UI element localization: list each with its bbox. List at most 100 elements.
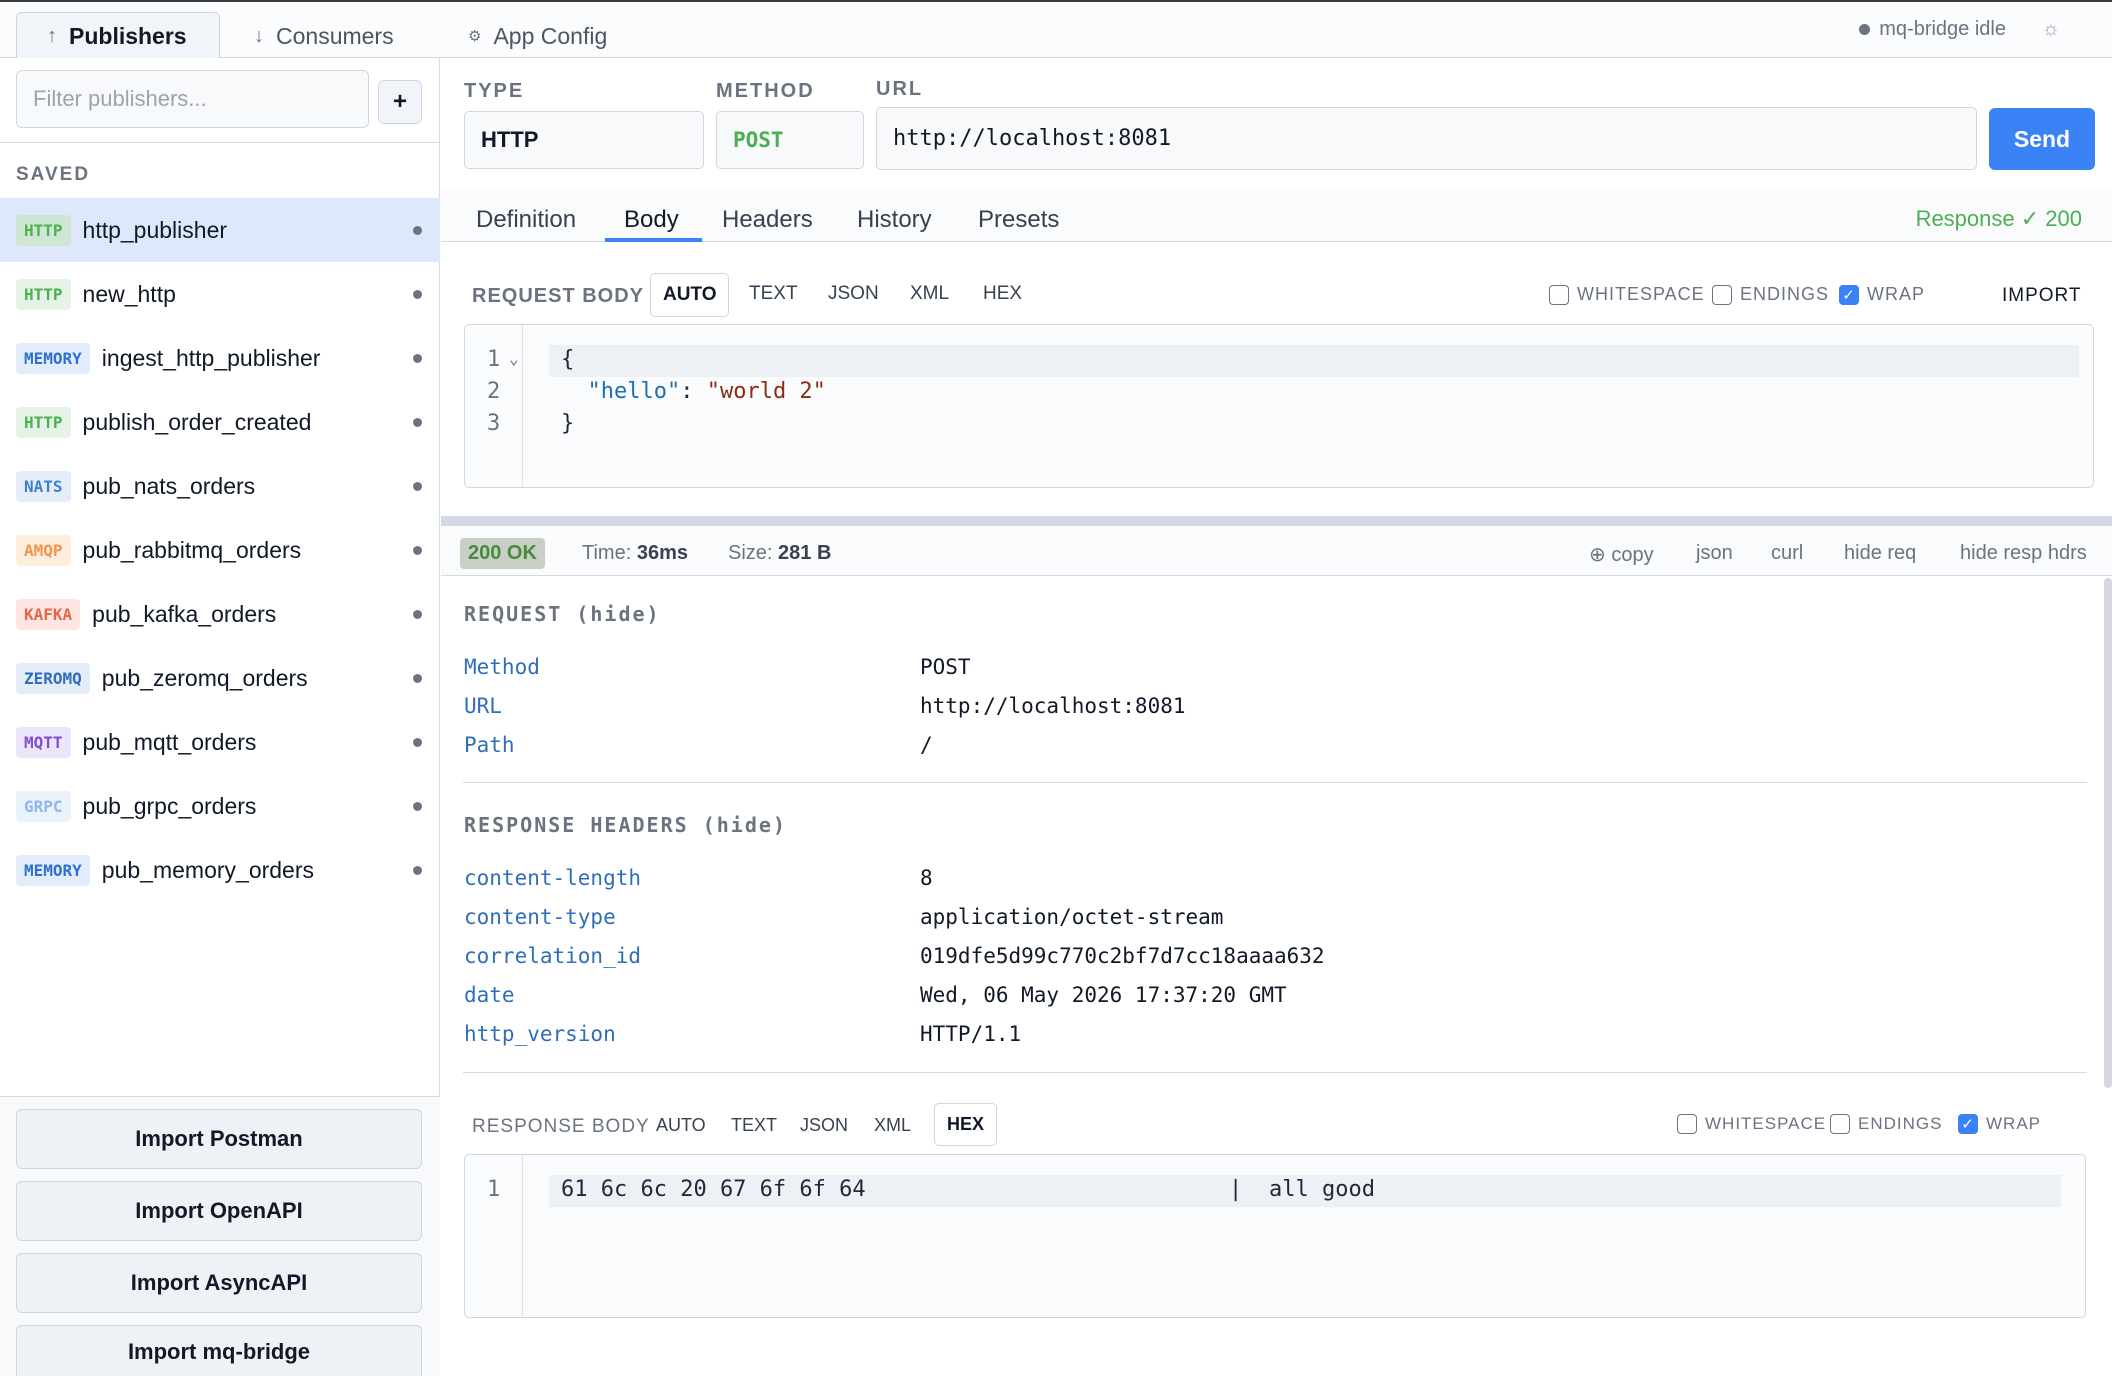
format-text[interactable]: TEXT	[719, 1105, 789, 1146]
time-value: 36ms	[636, 542, 688, 564]
tab-definition[interactable]: Definition	[476, 206, 576, 234]
tab-presets[interactable]: Presets	[978, 206, 1059, 234]
import-body-button[interactable]: IMPORT	[2002, 285, 2082, 307]
status-dot-icon	[413, 738, 422, 747]
publisher-item[interactable]: ZEROMQ pub_zeromq_orders	[0, 646, 440, 710]
request-section-title[interactable]: REQUEST (hide)	[464, 602, 661, 626]
request-body-editor[interactable]: 1 ⌄ 2 3 { "hello": "world 2" }	[464, 324, 2094, 488]
curl-action[interactable]: curl	[1771, 542, 1803, 565]
kv-value: POST	[920, 655, 971, 679]
wrap-checkbox[interactable]: ✓ WRAP	[1958, 1114, 2041, 1134]
kv-key: date	[464, 983, 515, 1007]
type-badge: MEMORY	[16, 854, 90, 886]
endings-checkbox[interactable]: ENDINGS	[1830, 1114, 1942, 1134]
publisher-name: ingest_http_publisher	[101, 344, 321, 371]
hex-bytes: 61 6c 6c 20 67 6f 6f 64	[561, 1177, 866, 1202]
kv-value: 019dfe5d99c770c2bf7d7cc18aaaa632	[920, 944, 1325, 968]
publisher-item[interactable]: AMQP pub_rabbitmq_orders	[0, 518, 440, 582]
json-colon: :	[680, 379, 707, 404]
copy-label: copy	[1611, 544, 1654, 566]
status-dot-icon	[413, 354, 422, 363]
publisher-item[interactable]: KAFKA pub_kafka_orders	[0, 582, 440, 646]
tab-app-config[interactable]: ⚙ App Config	[468, 12, 607, 60]
type-select[interactable]: HTTP	[464, 111, 704, 169]
tab-history[interactable]: History	[857, 206, 932, 234]
tab-consumers[interactable]: ↓ Consumers	[254, 12, 394, 60]
tab-headers[interactable]: Headers	[722, 206, 813, 234]
add-publisher-button[interactable]: +	[378, 80, 422, 124]
method-label: METHOD	[716, 80, 815, 102]
publisher-item[interactable]: HTTP publish_order_created	[0, 390, 440, 454]
whitespace-checkbox[interactable]: WHITESPACE	[1677, 1114, 1826, 1134]
endings-label: ENDINGS	[1858, 1114, 1943, 1133]
tab-body[interactable]: Body	[624, 206, 679, 234]
kv-value: application/octet-stream	[920, 905, 1224, 929]
format-xml[interactable]: XML	[862, 1105, 923, 1146]
import-postman-button[interactable]: Import Postman	[16, 1109, 422, 1169]
url-input[interactable]: http://localhost:8081	[876, 107, 1977, 170]
wrap-checkbox[interactable]: ✓ WRAP	[1839, 284, 1925, 305]
kv-key: Path	[464, 733, 515, 757]
hide-resp-hdrs-action[interactable]: hide resp hdrs	[1960, 542, 2087, 565]
import-openapi-button[interactable]: Import OpenAPI	[16, 1181, 422, 1241]
whitespace-checkbox[interactable]: WHITESPACE	[1549, 284, 1705, 305]
publisher-item[interactable]: NATS pub_nats_orders	[0, 454, 440, 518]
format-json[interactable]: JSON	[816, 273, 891, 315]
response-body-viewer[interactable]: 1 61 6c 6c 20 67 6f 6f 64 | all good	[464, 1154, 2086, 1318]
status-dot-icon	[413, 482, 422, 491]
publisher-item[interactable]: MEMORY pub_memory_orders	[0, 838, 440, 902]
publisher-list: HTTP http_publisher HTTP new_http MEMORY…	[0, 198, 440, 902]
endings-label: ENDINGS	[1740, 284, 1830, 304]
status-dot-icon	[413, 290, 422, 299]
filter-publishers-input[interactable]: Filter publishers...	[16, 70, 369, 128]
format-hex[interactable]: HEX	[934, 1103, 998, 1146]
kv-key: content-length	[464, 866, 642, 890]
tab-consumers-label: Consumers	[276, 22, 394, 49]
response-scrollbar[interactable]	[2104, 578, 2112, 1088]
tab-publishers[interactable]: ↑ Publishers	[16, 12, 220, 60]
theme-toggle-sun-icon[interactable]: ☼	[2042, 18, 2060, 41]
kv-value: http://localhost:8081	[920, 694, 1186, 718]
status-dot-icon	[413, 802, 422, 811]
wrap-label: WRAP	[1986, 1114, 2041, 1133]
publisher-item[interactable]: MEMORY ingest_http_publisher	[0, 326, 440, 390]
publisher-name: pub_mqtt_orders	[82, 728, 257, 755]
format-auto[interactable]: AUTO	[644, 1105, 718, 1146]
fold-chevron-icon[interactable]: ⌄	[509, 349, 519, 368]
status-dot-icon	[1859, 24, 1871, 35]
status-dot-icon	[413, 674, 422, 683]
endings-checkbox[interactable]: ENDINGS	[1712, 284, 1829, 305]
format-json[interactable]: JSON	[788, 1105, 860, 1146]
publisher-name: pub_grpc_orders	[82, 792, 257, 819]
status-dot-icon	[413, 610, 422, 619]
type-badge: KAFKA	[16, 598, 81, 630]
publisher-item[interactable]: HTTP http_publisher	[0, 198, 440, 262]
pane-resize-handle[interactable]	[441, 516, 2112, 526]
method-select[interactable]: POST	[716, 111, 864, 169]
hide-req-action[interactable]: hide req	[1844, 542, 1916, 565]
kv-key: http_version	[464, 1022, 616, 1046]
format-hex[interactable]: HEX	[971, 273, 1034, 315]
format-auto[interactable]: AUTO	[650, 273, 730, 317]
import-asyncapi-button[interactable]: Import AsyncAPI	[16, 1253, 422, 1313]
json-action[interactable]: json	[1696, 542, 1733, 565]
status-dot-icon	[413, 546, 422, 555]
publisher-item[interactable]: HTTP new_http	[0, 262, 440, 326]
sidebar-divider	[0, 142, 440, 143]
type-badge: MQTT	[16, 726, 71, 758]
size-value: 281 B	[778, 542, 832, 564]
format-text[interactable]: TEXT	[737, 273, 810, 315]
kv-key: content-type	[464, 905, 616, 929]
active-tab-indicator	[605, 238, 702, 242]
copy-action[interactable]: ⊕ copy	[1589, 542, 1654, 567]
import-mq-bridge-button[interactable]: Import mq-bridge	[16, 1325, 422, 1376]
send-button[interactable]: Send	[1989, 108, 2095, 170]
response-headers-title[interactable]: RESPONSE HEADERS (hide)	[464, 813, 787, 837]
format-xml[interactable]: XML	[898, 273, 961, 315]
request-body-label: REQUEST BODY	[472, 285, 645, 307]
type-label: TYPE	[464, 80, 525, 102]
type-badge: HTTP	[16, 278, 71, 310]
publisher-item[interactable]: MQTT pub_mqtt_orders	[0, 710, 440, 774]
publisher-item[interactable]: GRPC pub_grpc_orders	[0, 774, 440, 838]
section-divider	[463, 782, 2087, 783]
